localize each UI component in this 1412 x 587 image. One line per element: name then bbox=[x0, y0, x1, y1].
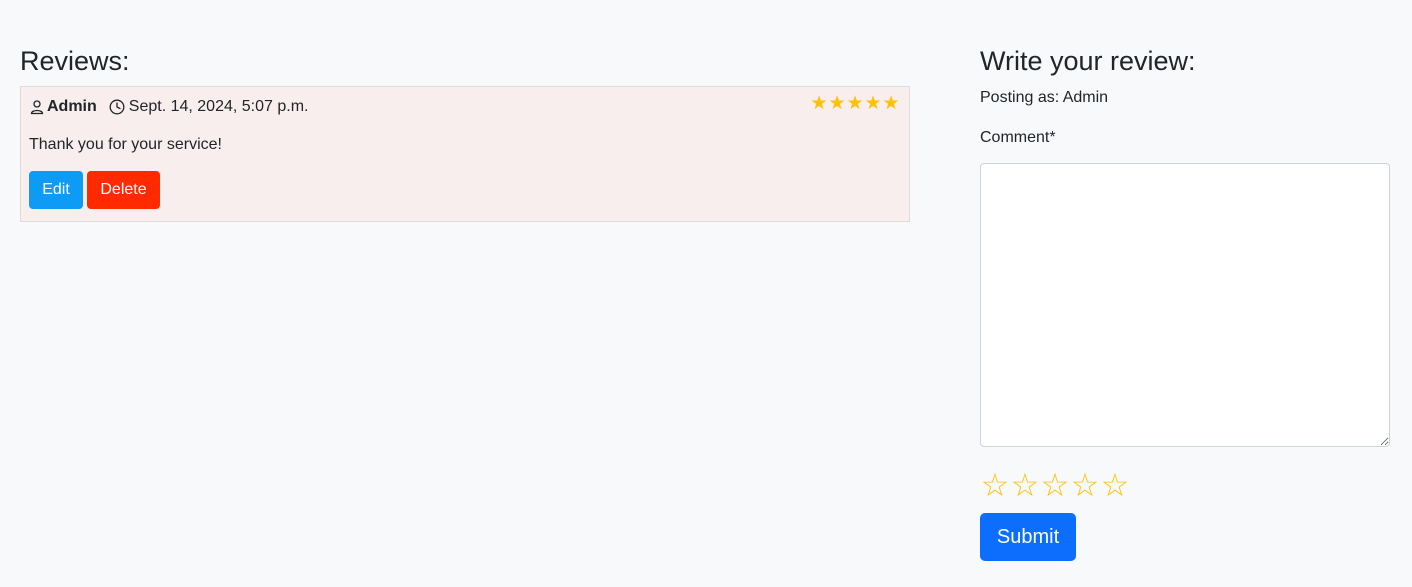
reviews-section: Reviews: Admin Sept. 14, 2024, 5:07 p.m.… bbox=[20, 44, 910, 222]
star-empty-icon[interactable]: ☆ bbox=[980, 469, 1010, 501]
star-filled-icon: ★ bbox=[882, 93, 900, 114]
clock-icon bbox=[109, 99, 125, 115]
review-meta: Admin Sept. 14, 2024, 5:07 p.m. bbox=[29, 95, 901, 119]
star-empty-icon[interactable]: ☆ bbox=[1010, 469, 1040, 501]
review-text: Thank you for your service! bbox=[29, 136, 222, 153]
rating-input: ☆ ☆ ☆ ☆ ☆ bbox=[980, 469, 1390, 501]
review-actions: Edit Delete bbox=[29, 171, 901, 209]
edit-button[interactable]: Edit bbox=[29, 171, 83, 209]
review-date: Sept. 14, 2024, 5:07 p.m. bbox=[128, 98, 309, 115]
star-filled-icon: ★ bbox=[828, 93, 846, 114]
comment-textarea[interactable] bbox=[980, 163, 1390, 447]
review-author: Admin bbox=[47, 98, 97, 115]
person-icon bbox=[29, 99, 45, 115]
review-card: Admin Sept. 14, 2024, 5:07 p.m. ★ ★ ★ ★ … bbox=[20, 86, 910, 222]
star-filled-icon: ★ bbox=[864, 93, 882, 114]
star-filled-icon: ★ bbox=[810, 93, 828, 114]
form-heading: Write your review: bbox=[980, 46, 1196, 76]
review-form: Write your review: Posting as: Admin Com… bbox=[980, 44, 1390, 561]
posting-as-text: Posting as: Admin bbox=[980, 89, 1109, 106]
comment-label: Comment* bbox=[980, 129, 1056, 146]
review-rating: ★ ★ ★ ★ ★ bbox=[810, 93, 900, 114]
page: Reviews: Admin Sept. 14, 2024, 5:07 p.m.… bbox=[0, 0, 1412, 587]
reviews-heading: Reviews: bbox=[20, 46, 130, 76]
star-empty-icon[interactable]: ☆ bbox=[1070, 469, 1100, 501]
star-empty-icon[interactable]: ☆ bbox=[1040, 469, 1070, 501]
star-empty-icon[interactable]: ☆ bbox=[1100, 469, 1130, 501]
delete-button[interactable]: Delete bbox=[87, 171, 160, 209]
star-filled-icon: ★ bbox=[846, 93, 864, 114]
submit-button[interactable]: Submit bbox=[980, 513, 1076, 561]
